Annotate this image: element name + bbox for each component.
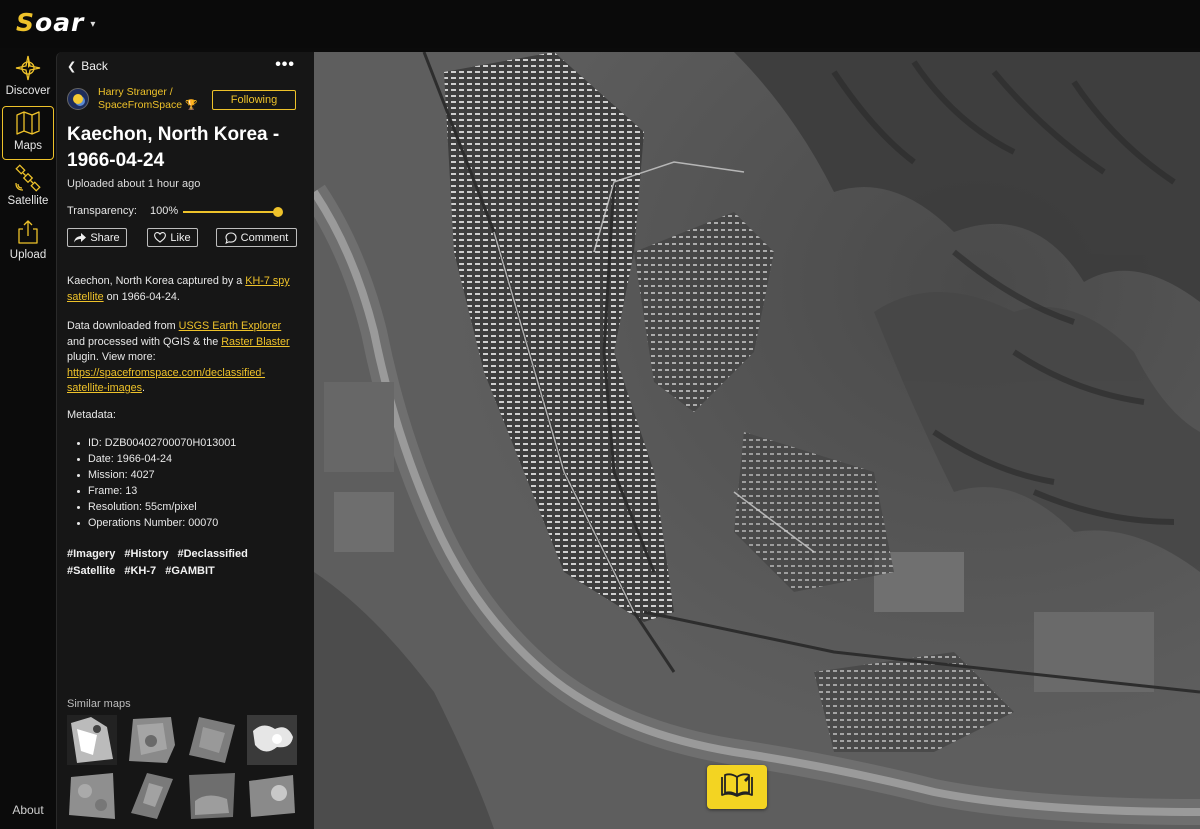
similar-map-thumbnail[interactable] [67,771,117,821]
about-link[interactable]: About [0,803,56,817]
similar-map-thumbnail[interactable] [127,715,177,765]
map-description: Kaechon, North Korea captured by a KH-7 … [67,274,299,411]
map-title: Kaechon, North Korea - 1966-04-24 [67,122,307,174]
usgs-link[interactable]: USGS Earth Explorer [179,320,282,332]
satellite-image [314,52,1200,829]
description-text: Kaechon, North Korea captured by a [67,275,246,287]
avatar[interactable] [67,88,89,110]
description-paragraph: Kaechon, North Korea captured by a KH-7 … [67,274,299,305]
back-label: Back [81,59,108,73]
description-text: and processed with QGIS & the [67,335,222,348]
comment-label: Comment [240,231,289,244]
description-paragraph: Data downloaded from USGS Earth Explorer… [67,319,299,397]
comment-icon [225,231,237,244]
share-label: Share [90,231,120,244]
nav-item-satellite[interactable]: Satellite [0,164,56,216]
logo-text: Soar [16,8,85,37]
like-button[interactable]: Like [147,228,198,247]
metadata-heading: Metadata: [67,409,116,421]
panel-header: ❮ Back ••• [57,52,315,80]
transparency-control: Transparency: 100% [67,204,307,222]
metadata-item: ID: DZB00402700070H013001 [77,435,307,451]
metadata-list: ID: DZB00402700070H013001 Date: 1966-04-… [77,435,307,531]
raster-blaster-link[interactable]: Raster Blaster [221,336,289,348]
description-text: plugin. View more: [67,351,156,363]
comment-button[interactable]: Comment [216,228,297,247]
spacefromspace-link[interactable]: https://spacefromspace.com/declassified-… [67,367,265,395]
compass-icon [14,54,42,82]
chevron-down-icon[interactable]: ▾ [90,19,95,30]
description-text: Data downloaded from [67,320,179,332]
author-row: Harry Stranger / SpaceFromSpace 🏆 Follow… [67,86,307,116]
tag[interactable]: #KH-7 [124,565,156,577]
nav-item-upload[interactable]: Upload [0,218,56,270]
tag[interactable]: #Declassified [177,548,247,560]
back-button[interactable]: ❮ Back [67,59,108,73]
left-nav: Discover Maps Satellite Upload About [0,48,56,829]
nav-item-maps[interactable]: Maps [2,106,54,160]
transparency-slider-handle[interactable] [273,207,283,217]
description-text: . [142,382,146,394]
transparency-label: Transparency: [67,205,137,217]
similar-map-thumbnail[interactable] [127,771,177,821]
upload-icon [14,218,42,246]
tag[interactable]: #History [124,548,168,560]
transparency-value: 100% [150,205,179,217]
nav-label: Maps [13,140,43,152]
nav-label: Satellite [7,195,49,207]
nav-label: Discover [5,85,51,97]
soar-logo[interactable]: Soar ▾ [16,8,95,37]
map-icon [14,109,42,137]
metadata-item: Frame: 13 [77,483,307,499]
similar-map-thumbnail[interactable] [247,771,297,821]
similar-maps-heading: Similar maps [67,698,131,710]
similar-map-thumbnail[interactable] [67,715,117,765]
similar-map-thumbnail[interactable] [187,715,237,765]
following-button[interactable]: Following [212,90,296,110]
trophy-icon: 🏆 [184,100,198,111]
author-name-line2: SpaceFromSpace [98,99,183,111]
tag-list: #Imagery #History #Declassified #Satelli… [67,546,307,580]
heart-icon [154,232,167,243]
more-options-button[interactable]: ••• [275,56,295,74]
metadata-item: Date: 1966-04-24 [77,451,307,467]
map-title-line1: Kaechon, North Korea - [67,124,280,145]
similar-maps-grid [67,715,305,825]
transparency-slider[interactable] [183,211,279,213]
map-canvas[interactable] [314,52,1200,829]
similar-map-thumbnail[interactable] [187,771,237,821]
map-title-line2: 1966-04-24 [67,150,165,171]
book-story-button[interactable] [707,765,767,809]
map-details-panel: ❮ Back ••• Harry Stranger / SpaceFromSpa… [56,52,314,829]
upload-time: Uploaded about 1 hour ago [67,178,201,190]
tag[interactable]: #Satellite [67,565,115,577]
nav-label: Upload [9,249,47,261]
action-buttons: Share Like Comment [67,228,307,248]
satellite-icon [14,164,42,192]
metadata-item: Operations Number: 00070 [77,515,307,531]
description-text: on 1966-04-24. [103,290,180,303]
tag[interactable]: #Imagery [67,548,115,560]
author-name[interactable]: Harry Stranger / SpaceFromSpace 🏆 [98,86,218,112]
chevron-left-icon: ❮ [67,60,77,73]
top-bar: Soar ▾ [0,0,1200,48]
like-label: Like [170,231,191,244]
share-icon [74,232,87,243]
tag[interactable]: #GAMBIT [165,565,215,577]
similar-map-thumbnail[interactable] [247,715,297,765]
author-name-line1: Harry Stranger / [98,86,173,98]
book-icon [720,771,754,804]
metadata-item: Resolution: 55cm/pixel [77,499,307,515]
metadata-item: Mission: 4027 [77,467,307,483]
share-button[interactable]: Share [67,228,127,247]
nav-item-discover[interactable]: Discover [0,54,56,106]
